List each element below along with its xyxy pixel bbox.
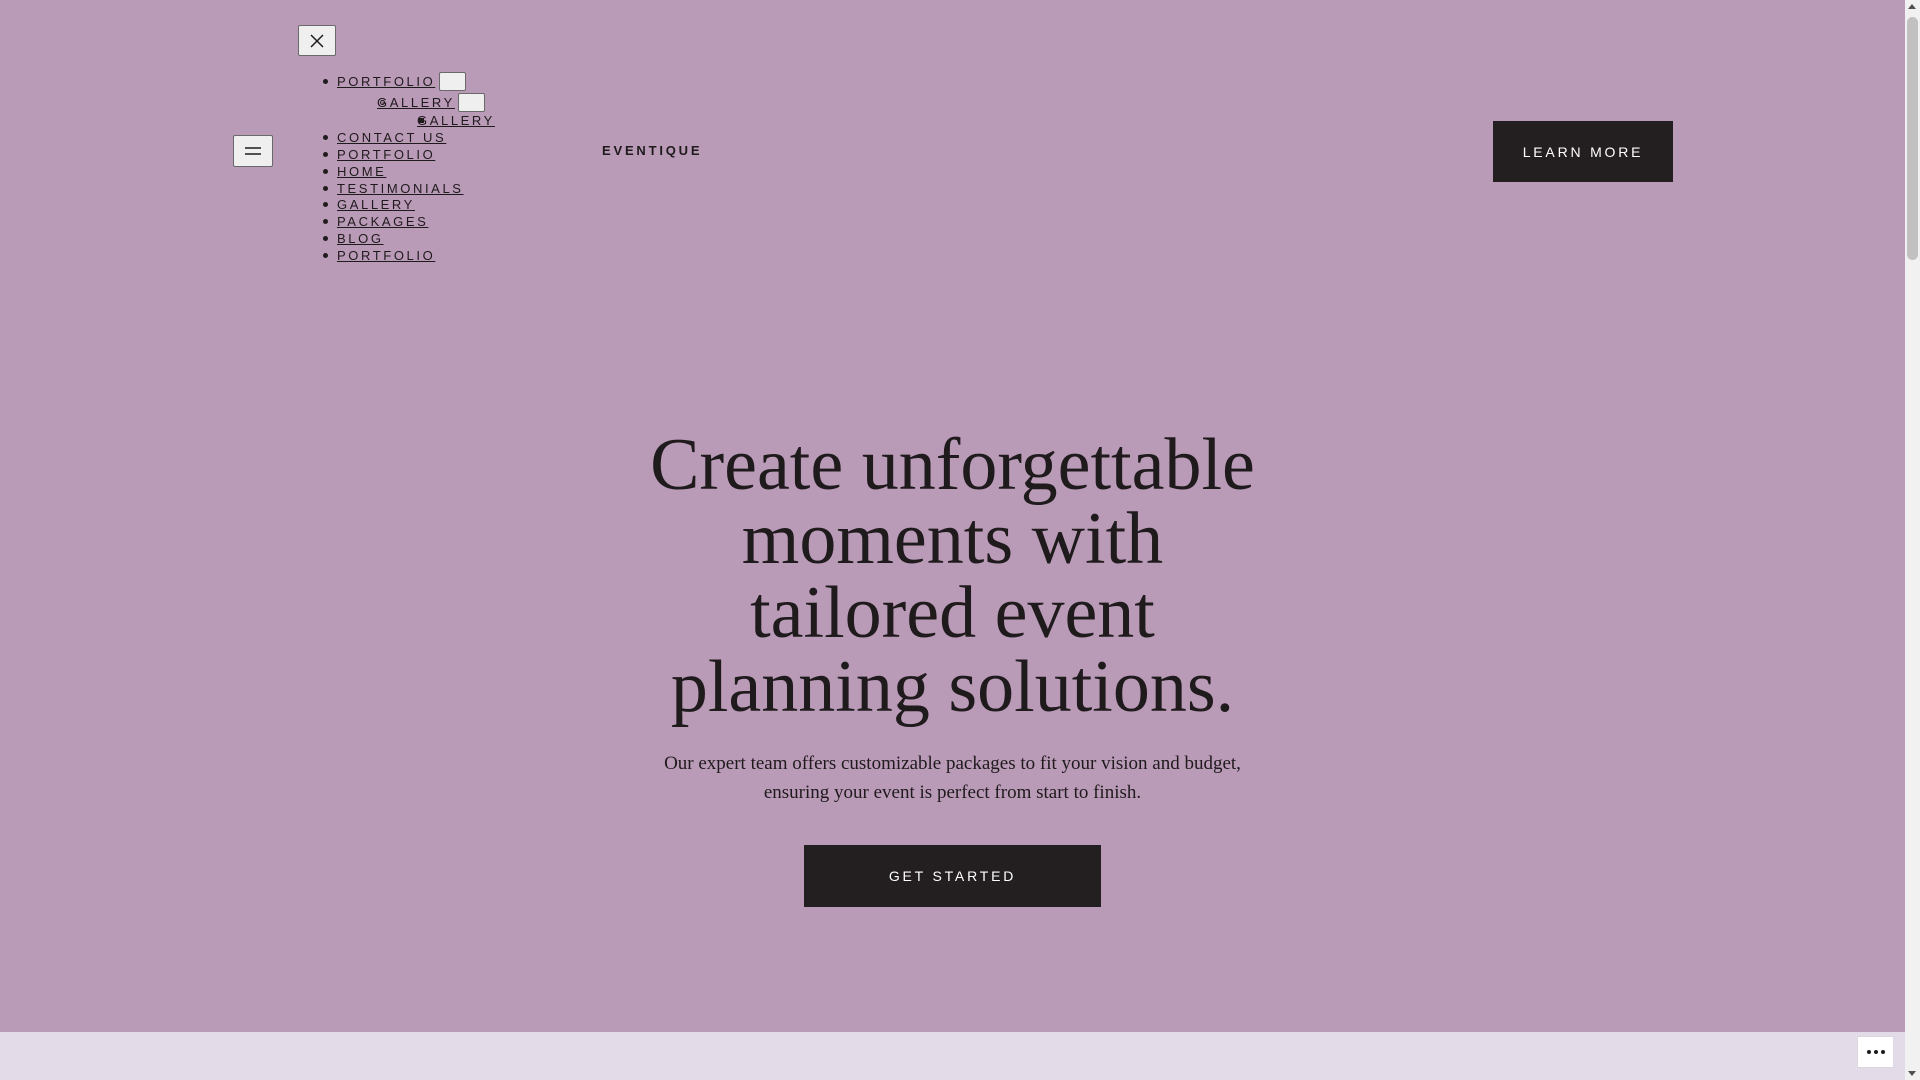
nav-item-gallery[interactable]: GALLERY — [337, 197, 415, 212]
hero-subtitle: Our expert team offers customizable pack… — [640, 749, 1265, 807]
hero-title-line: tailored event — [750, 572, 1155, 654]
submenu-toggle[interactable] — [439, 72, 466, 91]
vertical-scrollbar[interactable] — [1905, 0, 1920, 1080]
scroll-up-icon[interactable] — [1908, 4, 1916, 9]
hero-title-line: Create unforgettable — [650, 424, 1255, 506]
list-bullet — [323, 236, 328, 241]
get-started-button[interactable]: GET STARTED — [804, 845, 1101, 907]
nav-item-packages[interactable]: PACKAGES — [337, 214, 428, 229]
list-bullet — [323, 219, 328, 224]
hamburger-icon — [245, 147, 261, 155]
learn-more-button[interactable]: LEARN MORE — [1493, 121, 1673, 182]
page: PORTFOLIO GALLERY GALLERY CONTACT US POR… — [0, 0, 1905, 1080]
list-bullet — [323, 186, 328, 191]
nav-item-blog[interactable]: BLOG — [337, 231, 384, 246]
nav-item-portfolio[interactable]: PORTFOLIO — [337, 147, 435, 162]
list-bullet — [323, 79, 328, 84]
nav-item-home[interactable]: HOME — [337, 164, 386, 179]
nav-item-portfolio[interactable]: PORTFOLIO — [337, 248, 435, 263]
scrollbar-thumb[interactable] — [1907, 17, 1918, 260]
close-menu-button[interactable] — [298, 25, 336, 56]
nav-subitem-gallery[interactable]: GALLERY — [377, 95, 455, 110]
open-menu-button[interactable] — [233, 135, 273, 167]
hero-subtitle-line: Our expert team offers customizable pack… — [664, 753, 1241, 774]
close-icon — [310, 33, 324, 48]
list-bullet — [323, 253, 328, 258]
list-bullet — [323, 152, 328, 157]
hero-subtitle-line: ensuring your event is perfect from star… — [763, 782, 1142, 803]
hero-title-line: planning solutions. — [670, 646, 1235, 728]
list-bullet — [323, 202, 328, 207]
hero-title-line: moments with — [741, 498, 1164, 580]
more-options-icon — [1866, 1050, 1885, 1054]
submenu-toggle[interactable] — [458, 93, 485, 112]
more-options-button[interactable] — [1857, 1036, 1894, 1068]
next-section — [0, 1032, 1905, 1080]
site-title[interactable]: EVENTIQUE — [602, 143, 702, 158]
nav-item-portfolio[interactable]: PORTFOLIO — [337, 74, 435, 89]
nav-subsubitem-gallery[interactable]: GALLERY — [417, 113, 495, 128]
nav-item-contact-us[interactable]: CONTACT US — [337, 130, 446, 145]
scroll-down-icon[interactable] — [1908, 1071, 1916, 1076]
list-bullet — [323, 135, 328, 140]
nav-item-testimonials[interactable]: TESTIMONIALS — [337, 181, 464, 196]
hero-title: Create unforgettable moments with tailor… — [600, 428, 1305, 724]
list-bullet — [323, 169, 328, 174]
